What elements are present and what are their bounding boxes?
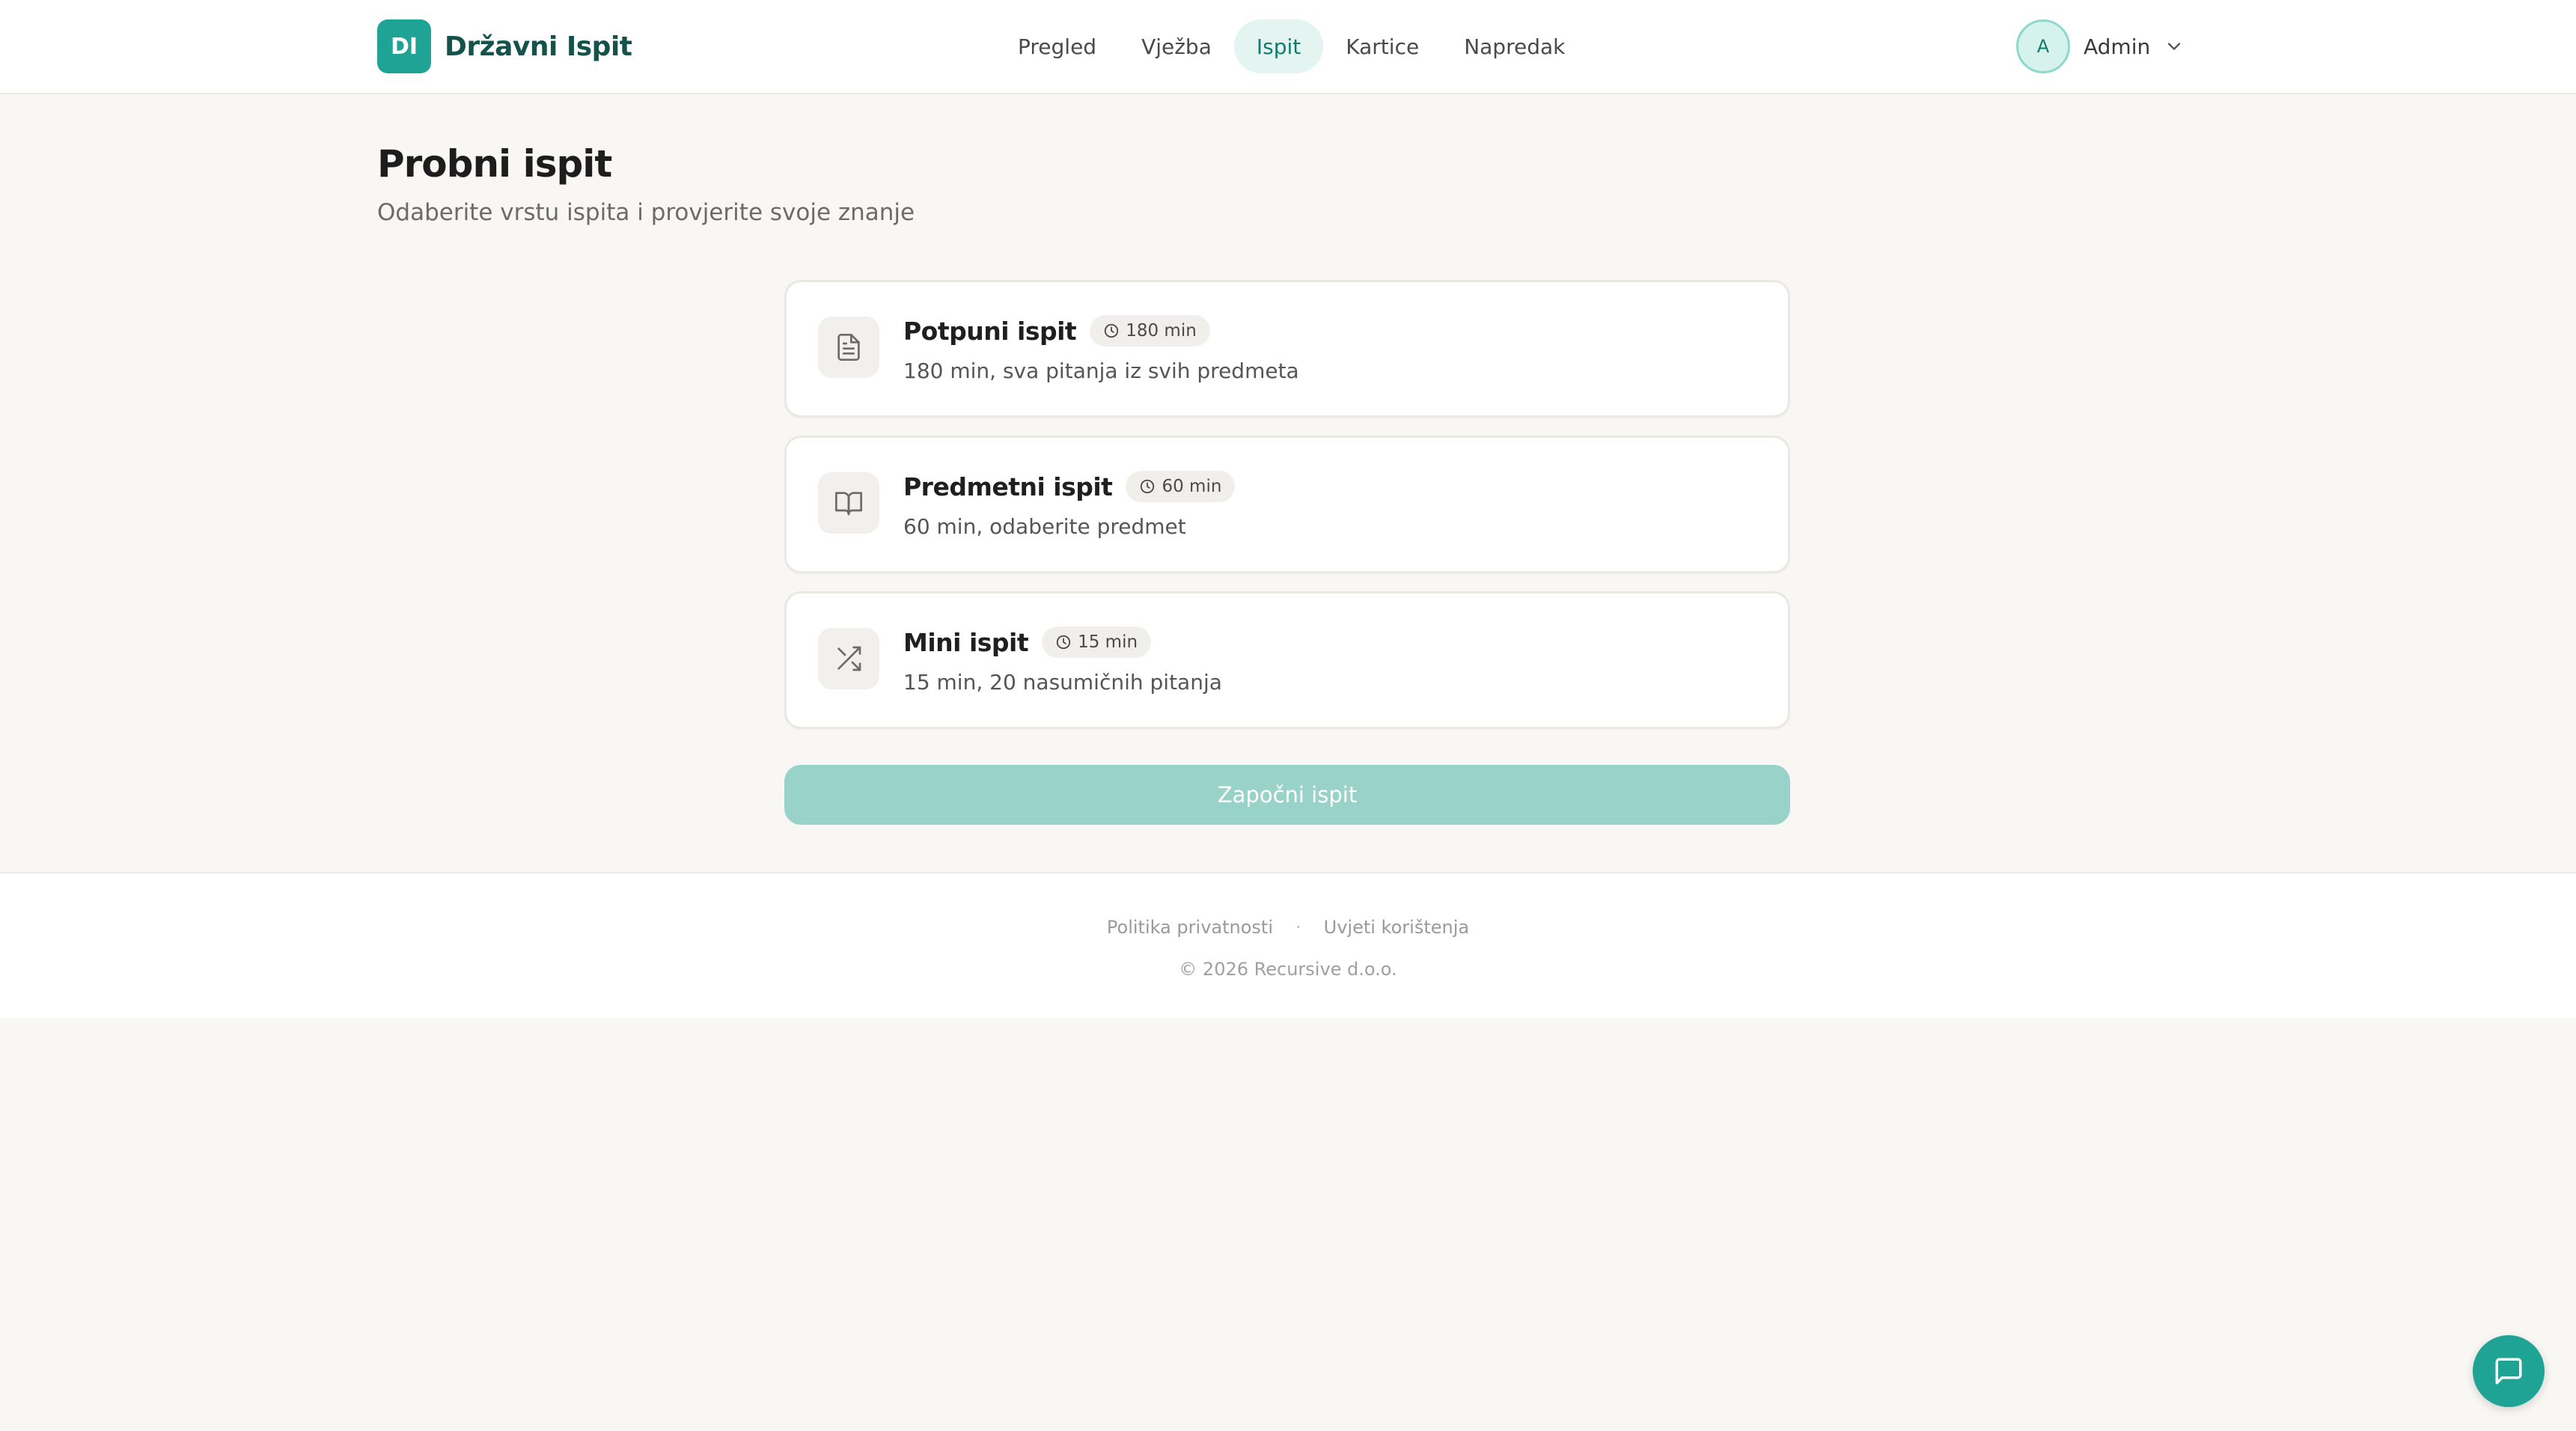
terms-of-use-link[interactable]: Uvjeti korištenja — [1324, 917, 1469, 938]
privacy-policy-link[interactable]: Politika privatnosti — [1107, 917, 1273, 938]
duration-badge: 15 min — [1042, 626, 1152, 658]
duration-badge-label: 15 min — [1078, 632, 1138, 652]
duration-badge: 180 min — [1090, 315, 1210, 347]
exam-card-mini[interactable]: Mini ispit 15 min 15 min, 20 nasumičnih … — [784, 591, 1790, 729]
user-menu[interactable]: A Admin — [2016, 19, 2185, 73]
document-icon — [837, 334, 860, 361]
start-exam-button[interactable]: Započni ispit — [784, 765, 1790, 825]
exam-card-title: Mini ispit — [903, 627, 1029, 657]
page-title: Probni ispit — [377, 142, 612, 186]
chat-bubble-icon — [2495, 1358, 2522, 1385]
main-nav: Pregled Vježba Ispit Kartice Napredak — [995, 19, 1587, 73]
duration-badge-label: 180 min — [1126, 321, 1197, 341]
exam-card-title: Predmetni ispit — [903, 472, 1113, 501]
logo-text: Državni Ispit — [445, 31, 632, 62]
chevron-down-icon — [2168, 43, 2181, 50]
copyright-text: © 2026 Recursive d.o.o. — [1179, 959, 1397, 980]
avatar: A — [2016, 19, 2070, 73]
page-subtitle: Odaberite vrstu ispita i provjerite svoj… — [377, 199, 915, 226]
clock-icon — [1105, 323, 1119, 338]
duration-badge-label: 60 min — [1162, 477, 1222, 496]
exam-card-description: 60 min, odaberite predmet — [903, 514, 1186, 539]
clock-icon — [1141, 479, 1155, 494]
book-open-icon — [835, 492, 862, 516]
top-header: DI Državni Ispit Pregled Vježba Ispit Ka… — [0, 0, 2576, 94]
clock-icon — [1056, 635, 1071, 650]
shuffle-icon — [837, 646, 861, 671]
exam-card-description: 15 min, 20 nasumičnih pitanja — [903, 670, 1222, 695]
nav-item-vjezba[interactable]: Vježba — [1119, 19, 1234, 73]
nav-item-napredak[interactable]: Napredak — [1441, 19, 1587, 73]
app-logo[interactable]: DI Državni Ispit — [377, 19, 632, 73]
exam-card-predmetni[interactable]: Predmetni ispit 60 min 60 min, odaberite… — [784, 436, 1790, 573]
nav-item-pregled[interactable]: Pregled — [995, 19, 1119, 73]
nav-item-kartice[interactable]: Kartice — [1323, 19, 1441, 73]
user-name: Admin — [2084, 34, 2151, 59]
logo-badge: DI — [377, 19, 431, 73]
chat-button[interactable] — [2473, 1335, 2545, 1407]
duration-badge: 60 min — [1126, 471, 1236, 502]
footer-separator: · — [1295, 917, 1301, 938]
exam-type-list: Potpuni ispit 180 min 180 min, sva pitan… — [784, 280, 1790, 747]
exam-card-description: 180 min, sva pitanja iz svih predmeta — [903, 358, 1299, 383]
page-footer: Politika privatnosti · Uvjeti korištenja… — [0, 872, 2576, 1018]
exam-card-title: Potpuni ispit — [903, 316, 1077, 346]
nav-item-ispit[interactable]: Ispit — [1233, 19, 1324, 73]
exam-card-potpuni[interactable]: Potpuni ispit 180 min 180 min, sva pitan… — [784, 280, 1790, 418]
